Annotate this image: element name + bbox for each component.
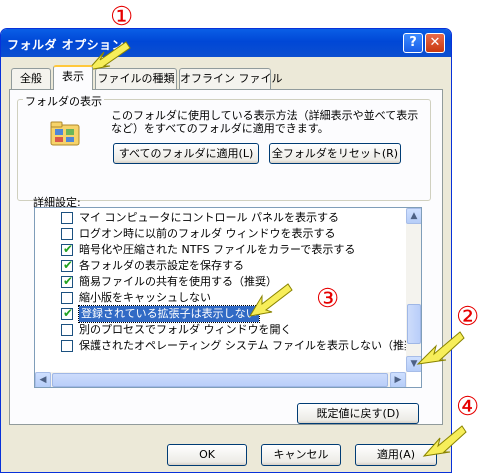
arrow-1-icon xyxy=(86,41,131,71)
arrow-4-icon xyxy=(422,425,467,457)
arrow-2-icon xyxy=(416,331,465,365)
tab-label: 表示 xyxy=(62,70,84,83)
arrow-3-icon xyxy=(249,283,293,317)
tab-view[interactable]: 表示 xyxy=(53,65,93,90)
